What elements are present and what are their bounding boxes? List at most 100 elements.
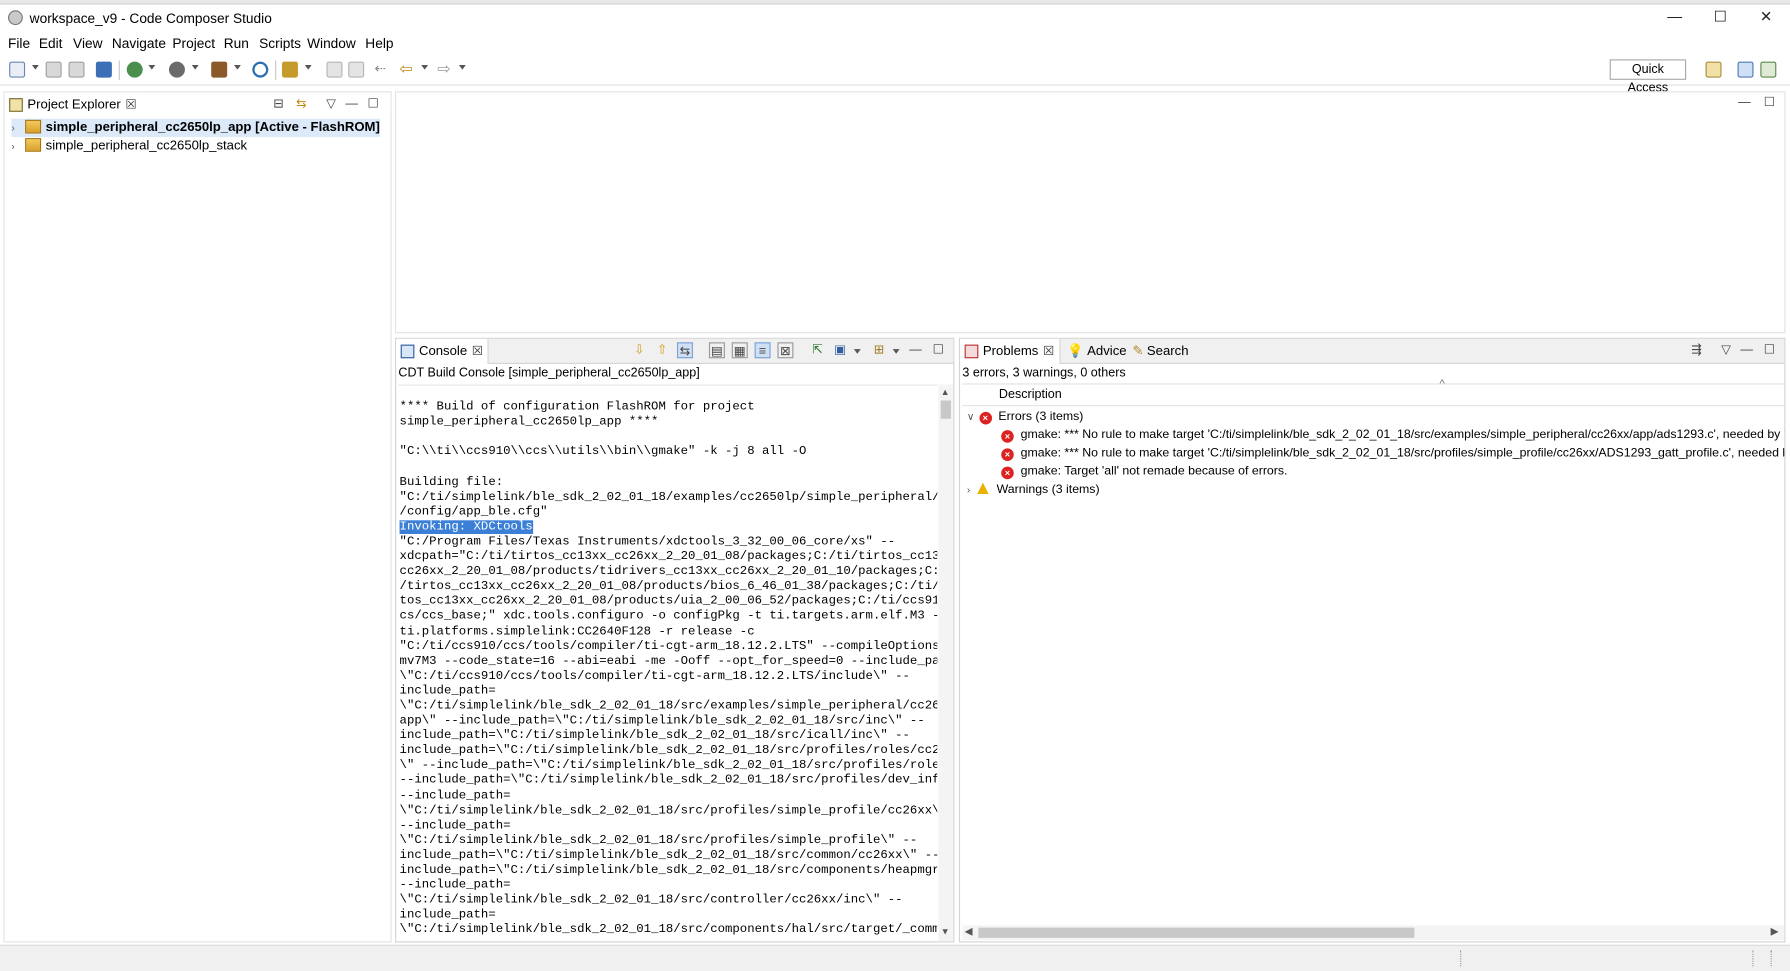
minimize-view-icon[interactable]: — [344, 96, 360, 112]
link-with-editor-icon[interactable]: ⇆ [293, 96, 309, 112]
close-button[interactable]: ✕ [1752, 7, 1779, 28]
errors-group-row[interactable]: ∨ × Errors (3 items) [967, 407, 1083, 425]
scroll-right-icon[interactable]: ▶ [1771, 925, 1779, 938]
annotation-dropdown-icon[interactable] [304, 65, 312, 70]
project-icon [25, 119, 42, 134]
minimize-view-icon[interactable]: — [908, 342, 924, 358]
open-console-dropdown-icon[interactable] [892, 349, 900, 354]
forward-dropdown-icon[interactable] [458, 65, 466, 70]
console-icon[interactable] [95, 61, 112, 78]
tree-item-app-project[interactable]: › simple_peripheral_cc2650lp_app [Active … [11, 118, 380, 137]
scroll-left-icon[interactable]: ◀ [965, 925, 973, 938]
build-dropdown-icon[interactable] [148, 65, 156, 70]
scroll-thumb[interactable] [940, 400, 951, 419]
tab-search[interactable]: ✎ Search [1132, 339, 1188, 364]
error-row[interactable]: × gmake: Target 'all' not remade because … [1001, 462, 1287, 480]
warnings-group-label: Warnings (3 items) [996, 482, 1100, 497]
tab-console[interactable]: Console ☒ [396, 338, 489, 364]
display-console-icon[interactable]: ▣ [832, 342, 848, 358]
last-edit-icon[interactable]: ⇠ [374, 62, 390, 78]
console-scrollbar[interactable]: ▲ ▼ [938, 384, 954, 942]
maximize-button[interactable]: ☐ [1707, 7, 1734, 28]
open-perspective-icon[interactable] [1705, 61, 1722, 78]
expand-arrow-icon[interactable]: › [11, 119, 25, 137]
tab-advice[interactable]: 💡 Advice [1067, 339, 1126, 364]
quick-access-field[interactable]: Quick Access [1609, 59, 1687, 95]
filter-icon[interactable]: ⇶ [1688, 342, 1704, 358]
error-row[interactable]: × gmake: *** No rule to make target 'C:/t… [1001, 444, 1784, 462]
back-dropdown-icon[interactable] [421, 65, 429, 70]
expand-arrow-icon[interactable]: › [11, 137, 25, 155]
menu-run[interactable]: Run [224, 35, 249, 51]
maximize-view-icon[interactable]: ☐ [365, 96, 381, 112]
collapse-all-icon[interactable]: ⊟ [271, 96, 287, 112]
new-icon[interactable] [9, 61, 26, 78]
previous-error-icon[interactable]: ⇧ [654, 342, 670, 358]
debug-dropdown-icon[interactable] [191, 65, 199, 70]
prev-annotation-icon[interactable] [348, 61, 365, 78]
view-menu-icon[interactable]: ▽ [1718, 342, 1734, 358]
tab-project-explorer[interactable]: Project Explorer ☒ [4, 92, 142, 118]
clear-console-icon[interactable]: ▦ [731, 342, 748, 359]
warnings-group-row[interactable]: › Warnings (3 items) [967, 480, 1100, 498]
menu-scripts[interactable]: Scripts [259, 35, 301, 51]
ccs-edit-perspective-icon[interactable] [1737, 61, 1754, 78]
next-annotation-icon[interactable] [326, 61, 343, 78]
save-all-icon[interactable] [68, 61, 85, 78]
maximize-view-icon[interactable]: ☐ [1761, 342, 1777, 358]
new-dropdown-icon[interactable] [31, 65, 39, 70]
tools-dropdown-icon[interactable] [234, 65, 241, 70]
close-tab-icon[interactable]: ☒ [472, 339, 483, 364]
scroll-up-icon[interactable]: ▲ [941, 387, 950, 397]
maximize-editor-icon[interactable]: ☐ [1761, 95, 1777, 111]
column-description[interactable]: Description [999, 388, 1062, 402]
error-message: gmake: *** No rule to make target 'C:/ti… [1020, 427, 1785, 442]
tab-problems[interactable]: Problems ☒ [960, 338, 1061, 364]
minimize-editor-icon[interactable]: — [1736, 95, 1752, 111]
scroll-thumb[interactable] [978, 927, 1415, 938]
problems-table-header[interactable]: ^ Description [962, 378, 1785, 407]
annotation-icon[interactable] [281, 61, 298, 78]
tree-item-stack-project[interactable]: › simple_peripheral_cc2650lp_stack [11, 137, 247, 155]
error-message: gmake: *** No rule to make target 'C:/ti… [1020, 446, 1785, 460]
toolbar-separator [275, 60, 277, 80]
save-icon[interactable] [45, 61, 62, 78]
collapse-arrow-icon[interactable]: ∨ [967, 411, 975, 422]
menu-project[interactable]: Project [172, 35, 215, 51]
error-icon: × [979, 411, 992, 425]
link-console-icon[interactable]: ⇆ [676, 342, 693, 359]
forward-icon[interactable]: ⇨ [437, 60, 453, 78]
build-icon[interactable] [126, 61, 143, 78]
scroll-lock-icon[interactable]: ≡ [754, 342, 771, 359]
menu-window[interactable]: Window [307, 35, 356, 51]
error-message: gmake: Target 'all' not remade because o… [1020, 464, 1288, 479]
word-wrap-icon[interactable]: ⊠ [777, 342, 794, 359]
maximize-view-icon[interactable]: ☐ [930, 342, 946, 358]
minimize-view-icon[interactable]: — [1739, 342, 1755, 358]
error-row[interactable]: × gmake: *** No rule to make target 'C:/t… [1001, 426, 1784, 444]
tools-icon[interactable] [211, 61, 228, 78]
ccs-debug-perspective-icon[interactable] [1760, 61, 1777, 78]
back-icon[interactable]: ⇦ [400, 60, 416, 78]
minimize-button[interactable]: — [1661, 7, 1688, 28]
menu-help[interactable]: Help [365, 35, 393, 51]
debug-icon[interactable] [168, 61, 185, 78]
copy-build-log-icon[interactable]: ▤ [708, 342, 725, 359]
problems-horizontal-scrollbar[interactable]: ◀ ▶ [962, 925, 1785, 941]
console-output[interactable]: **** Build of configuration FlashROM for… [398, 384, 938, 942]
menu-edit[interactable]: Edit [39, 35, 63, 51]
scroll-down-icon[interactable]: ▼ [941, 926, 950, 936]
close-tab-icon[interactable]: ☒ [1043, 339, 1054, 364]
menu-navigate[interactable]: Navigate [112, 35, 166, 51]
expand-arrow-icon[interactable]: › [967, 484, 970, 495]
pin-console-icon[interactable]: ⇱ [809, 342, 825, 358]
menu-file[interactable]: File [8, 35, 30, 51]
close-tab-icon[interactable]: ☒ [126, 92, 137, 117]
error-icon: × [1001, 466, 1014, 480]
menu-view[interactable]: View [73, 35, 102, 51]
next-error-icon[interactable]: ⇩ [631, 342, 647, 358]
search-icon[interactable] [252, 61, 269, 78]
open-console-icon[interactable]: ⊞ [871, 342, 887, 358]
view-menu-icon[interactable]: ▽ [323, 96, 339, 112]
display-console-dropdown-icon[interactable] [853, 349, 861, 354]
